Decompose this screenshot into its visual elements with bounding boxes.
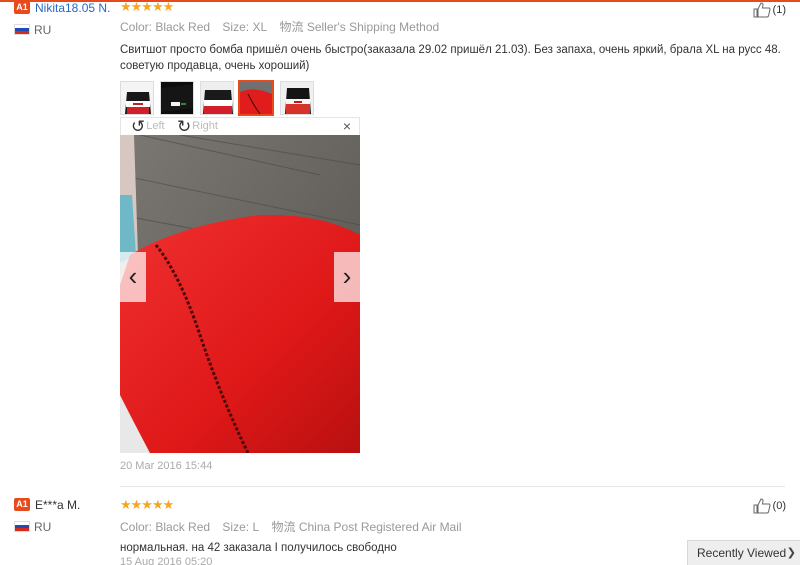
recently-viewed-label: Recently Viewed [697,546,787,560]
helpful-count: (0) [772,500,786,512]
russia-flag-icon [14,521,30,533]
color-label: Color: [120,20,153,34]
helpful-count: (1) [772,4,786,16]
size-value: XL [252,20,268,34]
rotate-left-label: Left [146,120,165,132]
star-rating: ★★★★★ [120,497,174,512]
helpful-button[interactable]: (0) [753,498,786,514]
review-text: Свитшот просто бомба пришёл очень быстро… [120,44,781,72]
photo-thumbnail[interactable] [280,81,314,115]
reviewer-country: RU [14,22,114,37]
thumbs-up-icon [753,2,771,18]
rotate-right-label: Right [192,120,218,132]
reviewer-name-link[interactable]: Nikita18.05 N. [35,1,110,15]
reviewer-info: A1 Nikita18.05 N. RU [14,0,114,37]
rotate-left-icon: ↺ [131,117,146,136]
thumbs-up-icon [753,498,771,514]
order-details: Color: Black Red Size: L 物流 China Post R… [120,518,788,535]
shipping-value: China Post Registered Air Mail [298,520,462,534]
shipping-label: 物流 [279,20,304,34]
review-item: A1 E***a M. RU ★★★★★ Color: Black Red Siz… [0,489,800,565]
photo-viewer: ↺Left ↻Right × ‹ › [120,117,360,453]
photo-thumbnail-active[interactable] [238,80,274,116]
reviewer-name: E***a M. [35,497,81,512]
shipping-value: Seller's Shipping Method [306,20,440,34]
review-content: ★★★★★ Color: Black Red Size: XL 物流 Selle… [120,0,788,472]
badge-icon: A1 [14,1,30,15]
review-date: 15 Aug 2016 05:20 [120,556,213,565]
rotate-left-button[interactable]: ↺Left [131,118,165,135]
viewer-toolbar: ↺Left ↻Right × [121,118,359,135]
photo-thumbnails [120,80,788,122]
photo-thumbnail[interactable] [160,81,194,115]
order-details: Color: Black Red Size: XL 物流 Seller's Sh… [120,18,788,35]
photo-thumbnail[interactable] [200,81,234,115]
recently-viewed-tab[interactable]: Recently Viewed ❯ [687,540,800,565]
russia-flag-icon [14,24,30,36]
shipping-label: 物流 [271,520,296,534]
color-label: Color: [120,520,153,534]
review-date: 20 Mar 2016 15:44 [120,460,213,472]
country-code: RU [34,519,52,534]
size-value: L [252,520,260,534]
rotate-right-icon: ↻ [177,117,192,136]
close-icon[interactable]: × [343,118,351,135]
review-photo: ‹ › [120,135,360,453]
color-value: Black Red [155,520,211,534]
chevron-right-icon: ❯ [786,547,796,559]
badge-icon: A1 [14,498,30,512]
size-label: Size: [222,520,250,534]
next-photo-button[interactable]: › [334,252,360,302]
previous-photo-button[interactable]: ‹ [120,252,146,302]
review-item: A1 Nikita18.05 N. RU ★★★★★ Color: Black R… [0,0,800,487]
rotate-right-button[interactable]: ↻Right [177,118,218,135]
reviewer-country: RU [14,519,114,534]
photo-thumbnail[interactable] [120,81,154,115]
country-code: RU [34,22,52,37]
color-value: Black Red [155,20,211,34]
helpful-button[interactable]: (1) [753,2,786,18]
star-rating: ★★★★★ [120,0,174,14]
size-label: Size: [222,20,250,34]
reviewer-info: A1 E***a M. RU [14,497,114,534]
review-divider [120,486,785,487]
